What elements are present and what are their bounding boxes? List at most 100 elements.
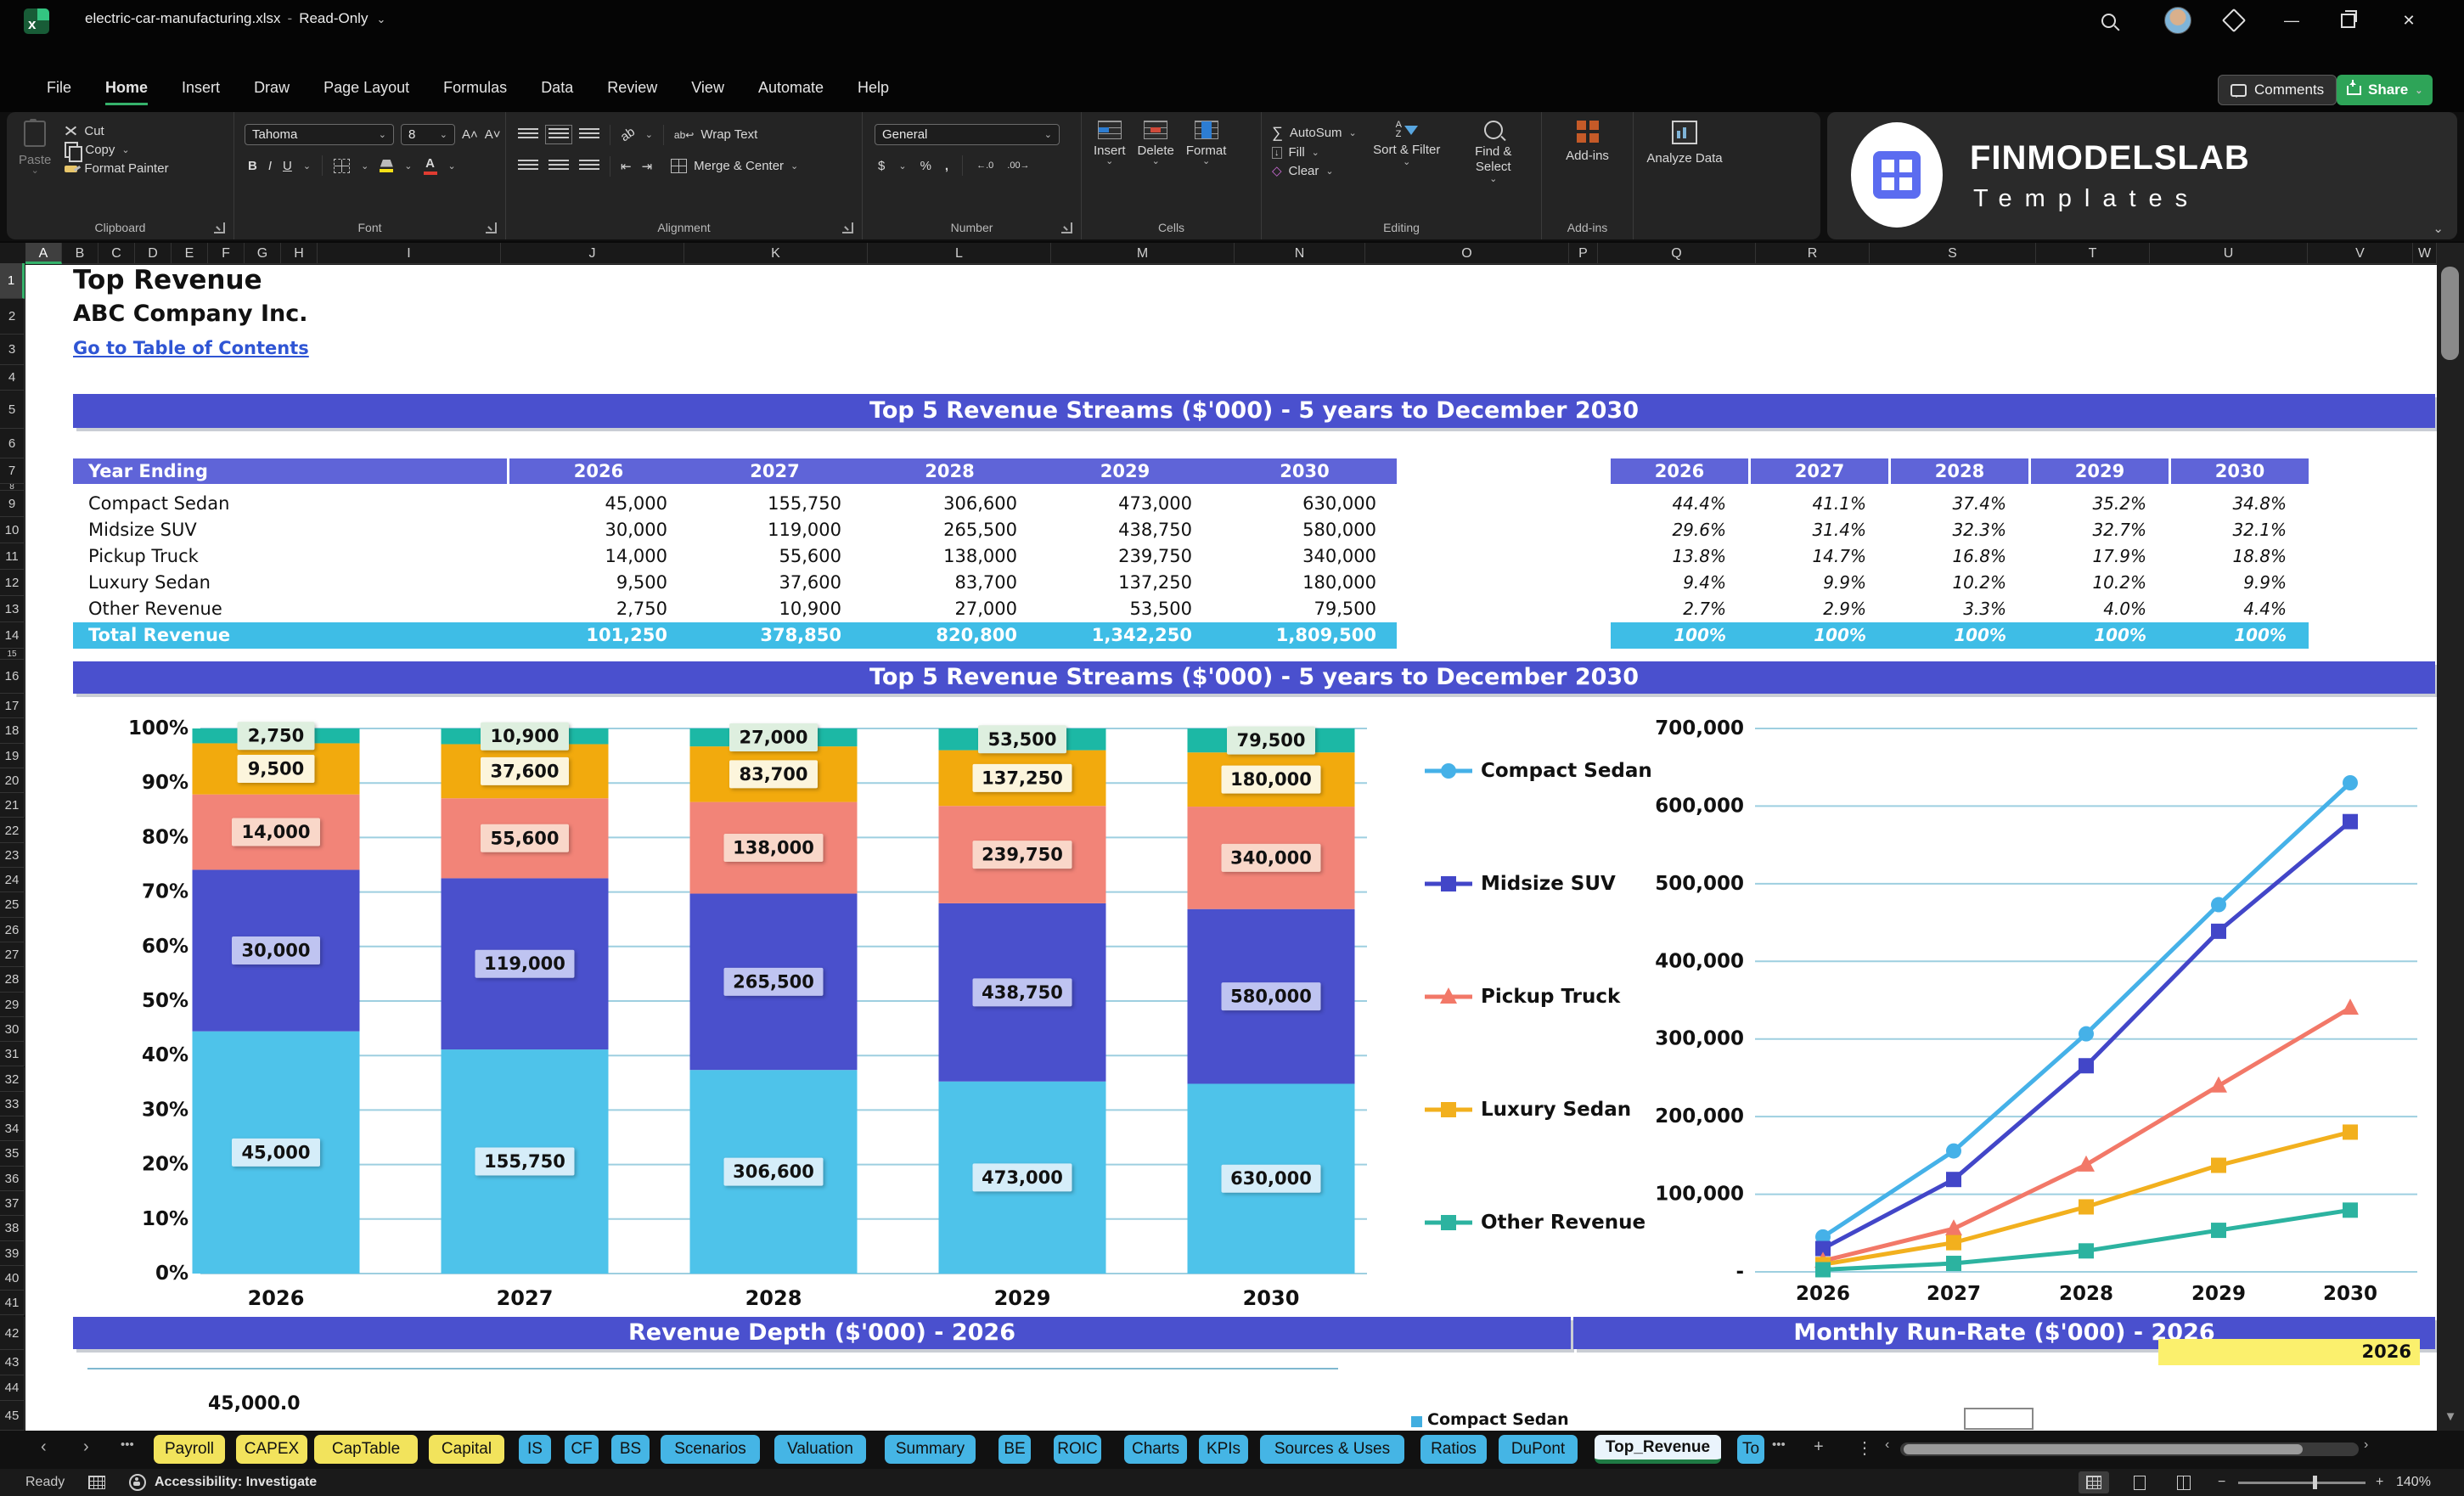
menu-item-help[interactable]: Help — [858, 79, 889, 105]
tabs-scroll-left-icon[interactable]: ‹ — [41, 1437, 47, 1457]
row-header-1[interactable]: 1 — [0, 263, 25, 299]
menu-item-insert[interactable]: Insert — [182, 79, 220, 105]
row-header-36[interactable]: 36 — [0, 1166, 25, 1191]
row-header-10[interactable]: 10 — [0, 517, 25, 543]
row-header-21[interactable]: 21 — [0, 793, 25, 818]
row-header-12[interactable]: 12 — [0, 570, 25, 596]
font-dialog-launcher[interactable] — [486, 222, 497, 233]
sheet-tab-capital[interactable]: Capital — [429, 1435, 504, 1464]
row-header-38[interactable]: 38 — [0, 1216, 25, 1241]
column-header-N[interactable]: N — [1235, 243, 1365, 264]
analyze-data-button[interactable]: Analyze Data — [1634, 121, 1735, 167]
row-header-27[interactable]: 27 — [0, 942, 25, 968]
percent-format-button[interactable]: % — [920, 159, 931, 173]
align-top-button[interactable] — [518, 128, 538, 141]
row-header-43[interactable]: 43 — [0, 1350, 25, 1375]
sheet-tab-payroll[interactable]: Payroll — [154, 1435, 225, 1464]
minimize-button[interactable]: — — [2277, 7, 2306, 34]
row-header-44[interactable]: 44 — [0, 1375, 25, 1401]
page-break-view-button[interactable] — [2169, 1471, 2199, 1493]
underline-button[interactable]: U — [283, 159, 292, 173]
normal-view-button[interactable] — [2079, 1471, 2109, 1493]
column-header-W[interactable]: W — [2413, 243, 2437, 264]
row-header-41[interactable]: 41 — [0, 1291, 25, 1316]
accessibility-status[interactable]: Accessibility: Investigate — [129, 1469, 317, 1496]
align-center-button[interactable] — [548, 160, 569, 172]
sheet-tab-sources-uses[interactable]: Sources & Uses — [1260, 1435, 1404, 1464]
column-header-Q[interactable]: Q — [1598, 243, 1756, 264]
row-header-28[interactable]: 28 — [0, 967, 25, 993]
vertical-scrollbar[interactable]: ▼ — [2437, 243, 2464, 1431]
format-cells-button[interactable]: Format ⌄ — [1186, 121, 1226, 166]
fill-color-button[interactable] — [380, 159, 394, 172]
row-header-15[interactable]: 15 — [0, 649, 25, 660]
row-header-37[interactable]: 37 — [0, 1191, 25, 1217]
menu-item-automate[interactable]: Automate — [758, 79, 824, 105]
premium-gem-icon[interactable] — [2219, 7, 2248, 34]
decrease-decimal-button[interactable]: .00→ — [1007, 160, 1029, 171]
tabs-scroll-right-icon[interactable]: › — [83, 1437, 89, 1457]
insert-cells-button[interactable]: Insert ⌄ — [1094, 121, 1126, 166]
align-middle-button[interactable] — [545, 125, 572, 144]
column-header-L[interactable]: L — [868, 243, 1051, 264]
menu-item-review[interactable]: Review — [607, 79, 657, 105]
sheet-tab-is[interactable]: IS — [519, 1435, 551, 1464]
row-header-6[interactable]: 6 — [0, 429, 25, 458]
row-header-20[interactable]: 20 — [0, 768, 25, 794]
alignment-dialog-launcher[interactable] — [842, 222, 853, 233]
zoom-in-button[interactable]: + — [2376, 1469, 2383, 1496]
row-header-2[interactable]: 2 — [0, 299, 25, 335]
column-header-A[interactable]: A — [25, 243, 62, 264]
row-header-14[interactable]: 14 — [0, 622, 25, 649]
vertical-scrollbar-thumb[interactable] — [2441, 267, 2459, 360]
align-right-button[interactable] — [579, 160, 599, 172]
tabs-overflow-icon[interactable]: ••• — [1772, 1437, 1786, 1452]
borders-button[interactable] — [334, 158, 351, 173]
row-header-34[interactable]: 34 — [0, 1116, 25, 1142]
row-header-3[interactable]: 3 — [0, 335, 25, 365]
row-header-9[interactable]: 9 — [0, 491, 25, 517]
sheet-tab-to[interactable]: To — [1737, 1435, 1764, 1464]
currency-format-button[interactable]: $ — [878, 159, 885, 173]
paste-button[interactable]: Paste ⌄ — [19, 119, 51, 179]
menu-item-data[interactable]: Data — [541, 79, 573, 105]
search-button[interactable] — [2094, 7, 2123, 34]
menu-item-page-layout[interactable]: Page Layout — [323, 79, 409, 105]
copy-button[interactable]: Copy ⌄ — [65, 142, 168, 162]
delete-cells-button[interactable]: Delete ⌄ — [1138, 121, 1174, 166]
decrease-indent-button[interactable]: ⇤ — [621, 159, 632, 174]
horizontal-scrollbar[interactable] — [1900, 1443, 2359, 1456]
column-header-I[interactable]: I — [318, 243, 501, 264]
page-layout-view-button[interactable] — [2124, 1471, 2155, 1493]
clipboard-dialog-launcher[interactable] — [214, 222, 225, 233]
column-header-U[interactable]: U — [2150, 243, 2308, 264]
column-header-J[interactable]: J — [501, 243, 684, 264]
menu-item-home[interactable]: Home — [105, 79, 149, 105]
sheet-tab-roic[interactable]: ROIC — [1054, 1435, 1101, 1464]
find-select-button[interactable]: Find & Select ⌄ — [1457, 121, 1530, 184]
number-dialog-launcher[interactable] — [1061, 222, 1072, 233]
sort-filter-button[interactable]: AZ Sort & Filter ⌄ — [1370, 121, 1443, 184]
column-header-V[interactable]: V — [2308, 243, 2413, 264]
align-bottom-button[interactable] — [579, 128, 599, 141]
tabs-more-icon[interactable]: ••• — [121, 1437, 134, 1452]
restore-button[interactable] — [2333, 7, 2362, 34]
column-header-C[interactable]: C — [98, 243, 135, 264]
chevron-down-icon[interactable]: ⌄ — [376, 13, 385, 25]
sheet-tab-top-revenue[interactable]: Top_Revenue — [1595, 1435, 1721, 1464]
row-header-26[interactable]: 26 — [0, 917, 25, 942]
column-header-T[interactable]: T — [2036, 243, 2150, 264]
fill-button[interactable]: ↓ Fill ⌄ — [1272, 145, 1357, 160]
column-header-D[interactable]: D — [135, 243, 172, 264]
toc-link[interactable]: Go to Table of Contents — [73, 338, 430, 362]
column-header-R[interactable]: R — [1756, 243, 1870, 264]
row-header-32[interactable]: 32 — [0, 1066, 25, 1092]
sheet-tab-kpis[interactable]: KPIs — [1199, 1435, 1248, 1464]
scroll-down-arrow-icon[interactable]: ▼ — [2437, 1409, 2464, 1424]
collapse-ribbon-chevron-icon[interactable]: ⌄ — [2433, 221, 2444, 236]
sheet-tab-capex[interactable]: CAPEX — [236, 1435, 307, 1464]
bold-button[interactable]: B — [248, 159, 257, 173]
font-name-select[interactable]: Tahoma ⌄ — [245, 124, 394, 145]
column-header-O[interactable]: O — [1365, 243, 1569, 264]
comments-button[interactable]: Comments — [2218, 75, 2337, 105]
